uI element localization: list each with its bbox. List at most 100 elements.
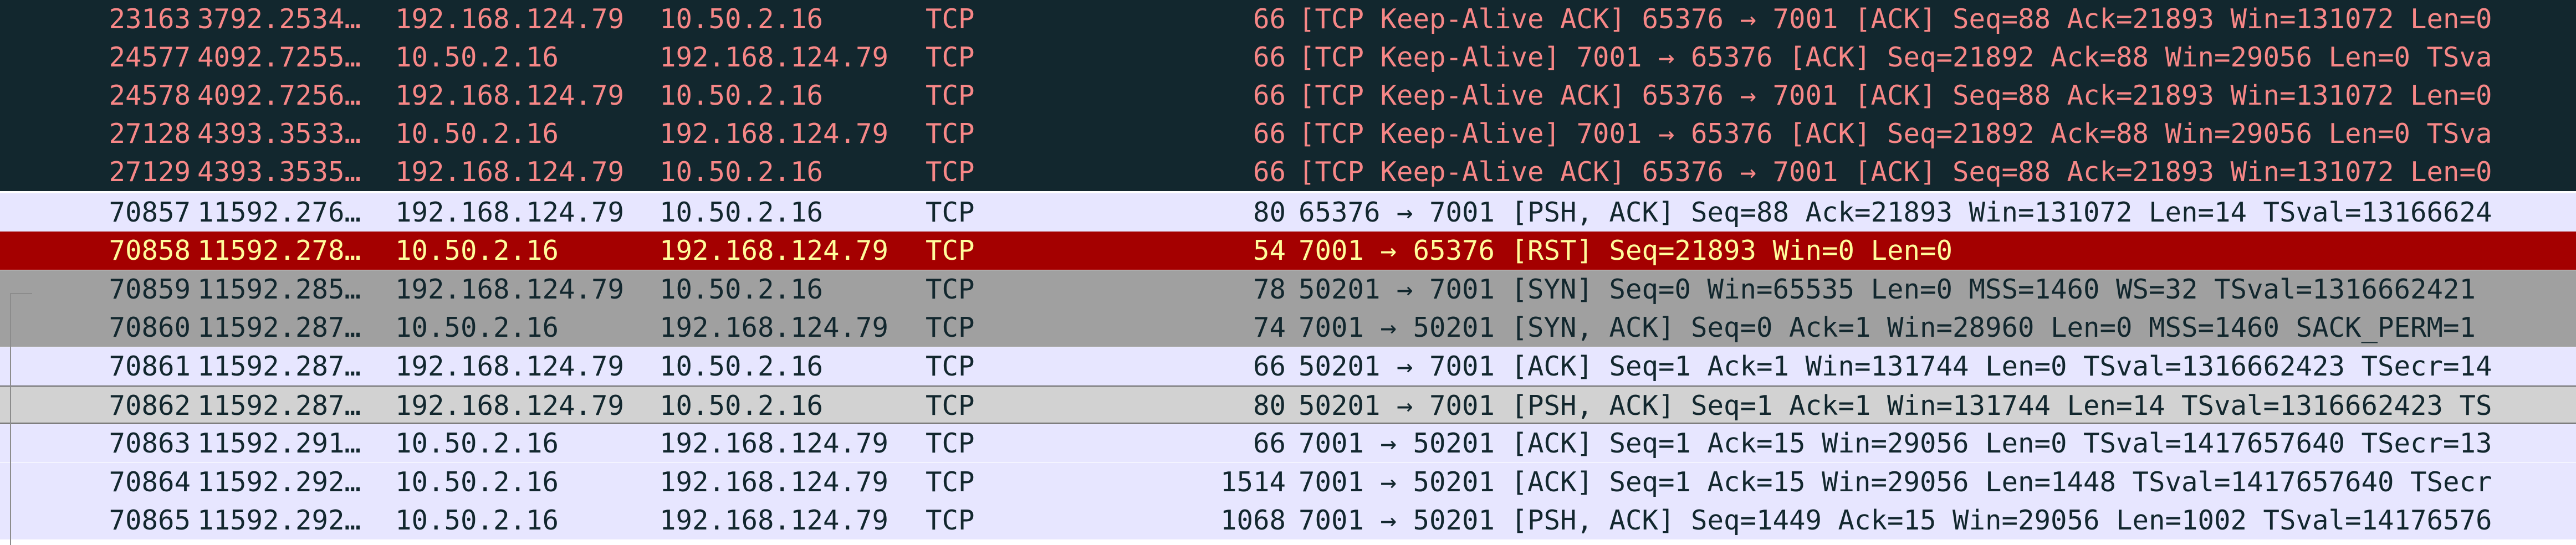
packet-destination: 192.168.124.79 [660, 312, 889, 343]
packet-row[interactable]: 70857 11592.276… 192.168.124.79 10.50.2.16 T… [0, 193, 2576, 232]
packet-source: 192.168.124.79 [395, 351, 625, 382]
packet-info: 65376 → 7001 [PSH, ACK] Seq=88 Ack=21893… [1299, 197, 2492, 228]
packet-source: 10.50.2.16 [395, 312, 559, 343]
packet-destination: 192.168.124.79 [660, 42, 889, 73]
packet-info: 7001 → 50201 [PSH, ACK] Seq=1449 Ack=15 … [1299, 505, 2492, 536]
packet-time: 11592.287… [197, 390, 361, 421]
packet-source: 10.50.2.16 [395, 505, 559, 536]
packet-time: 3792.2534… [197, 3, 361, 35]
packet-time: 4092.7255… [197, 42, 361, 73]
packet-destination: 10.50.2.16 [660, 80, 824, 111]
packet-destination: 192.168.124.79 [660, 505, 889, 536]
packet-number: 70864 [109, 466, 191, 498]
packet-info: [TCP Keep-Alive] 7001 → 65376 [ACK] Seq=… [1299, 42, 2492, 73]
packet-length: 74 [1253, 312, 1286, 343]
packet-row[interactable]: 70861 11592.287… 192.168.124.79 10.50.2.16 T… [0, 347, 2576, 385]
packet-length: 66 [1253, 351, 1286, 382]
packet-row[interactable]: 70858 11592.278… 10.50.2.16 192.168.124.79 T… [0, 232, 2576, 270]
packet-info: 7001 → 50201 [ACK] Seq=1 Ack=15 Win=2905… [1299, 428, 2492, 459]
packet-protocol: TCP [926, 80, 975, 111]
packet-length: 1068 [1220, 505, 1286, 536]
packet-number: 70861 [109, 351, 191, 382]
packet-row[interactable]: 70864 11592.292… 10.50.2.16 192.168.124.79 T… [0, 463, 2576, 501]
packet-source: 192.168.124.79 [395, 3, 625, 35]
packet-source: 10.50.2.16 [395, 235, 559, 266]
packet-list[interactable]: 23163 3792.2534… 192.168.124.79 10.50.2.16 T… [0, 0, 2576, 545]
packet-number: 23163 [109, 3, 191, 35]
packet-info: 7001 → 65376 [RST] Seq=21893 Win=0 Len=0 [1299, 235, 1953, 266]
packet-protocol: TCP [926, 235, 975, 266]
packet-time: 11592.291… [197, 428, 361, 459]
packet-info: [TCP Keep-Alive ACK] 65376 → 7001 [ACK] … [1299, 3, 2492, 35]
packet-protocol: TCP [926, 118, 975, 150]
packet-protocol: TCP [926, 42, 975, 73]
packet-destination: 10.50.2.16 [660, 156, 824, 188]
packet-destination: 10.50.2.16 [660, 3, 824, 35]
packet-number: 70863 [109, 428, 191, 459]
packet-protocol: TCP [926, 390, 975, 421]
packet-time: 11592.287… [197, 351, 361, 382]
packet-protocol: TCP [926, 156, 975, 188]
packet-length: 54 [1253, 235, 1286, 266]
packet-source: 192.168.124.79 [395, 156, 625, 188]
packet-source: 192.168.124.79 [395, 197, 625, 228]
packet-source: 192.168.124.79 [395, 274, 625, 305]
packet-info: 50201 → 7001 [ACK] Seq=1 Ack=1 Win=13174… [1299, 351, 2492, 382]
packet-protocol: TCP [926, 466, 975, 498]
packet-info: 50201 → 7001 [SYN] Seq=0 Win=65535 Len=0… [1299, 274, 2476, 305]
packet-length: 66 [1253, 428, 1286, 459]
packet-row[interactable]: 27129 4393.3535… 192.168.124.79 10.50.2.16 T… [0, 153, 2576, 191]
packet-row[interactable]: 27128 4393.3533… 10.50.2.16 192.168.124.79 T… [0, 115, 2576, 153]
packet-protocol: TCP [926, 197, 975, 228]
packet-row[interactable]: 23163 3792.2534… 192.168.124.79 10.50.2.16 T… [0, 0, 2576, 38]
packet-length: 80 [1253, 197, 1286, 228]
packet-length: 66 [1253, 80, 1286, 111]
packet-destination: 192.168.124.79 [660, 118, 889, 150]
packet-protocol: TCP [926, 274, 975, 305]
packet-row[interactable]: 70863 11592.291… 10.50.2.16 192.168.124.79 T… [0, 424, 2576, 462]
packet-info: [TCP Keep-Alive ACK] 65376 → 7001 [ACK] … [1299, 156, 2492, 188]
packet-destination: 192.168.124.79 [660, 466, 889, 498]
packet-destination: 192.168.124.79 [660, 235, 889, 266]
packet-source: 10.50.2.16 [395, 428, 559, 459]
packet-destination: 192.168.124.79 [660, 428, 889, 459]
packet-row[interactable]: 70865 11592.292… 10.50.2.16 192.168.124.79 T… [0, 501, 2576, 539]
packet-length: 66 [1253, 156, 1286, 188]
packet-row[interactable]: 70860 11592.287… 10.50.2.16 192.168.124.79 T… [0, 309, 2576, 347]
packet-info: 7001 → 50201 [SYN, ACK] Seq=0 Ack=1 Win=… [1299, 312, 2476, 343]
packet-time: 11592.287… [197, 312, 361, 343]
packet-number: 24577 [109, 42, 191, 73]
packet-row[interactable]: 70862 11592.287… 192.168.124.79 10.50.2.16 T… [0, 385, 2576, 424]
packet-destination: 10.50.2.16 [660, 351, 824, 382]
packet-protocol: TCP [926, 505, 975, 536]
packet-row[interactable]: 70859 11592.285… 192.168.124.79 10.50.2.16 T… [0, 270, 2576, 309]
packet-protocol: TCP [926, 351, 975, 382]
packet-time: 11592.285… [197, 274, 361, 305]
packet-number: 70858 [109, 235, 191, 266]
packet-length: 66 [1253, 3, 1286, 35]
packet-row[interactable]: 24578 4092.7256… 192.168.124.79 10.50.2.16 T… [0, 76, 2576, 115]
packet-row[interactable]: 24577 4092.7255… 10.50.2.16 192.168.124.79 T… [0, 38, 2576, 76]
packet-number: 27128 [109, 118, 191, 150]
packet-number: 27129 [109, 156, 191, 188]
packet-time: 4393.3533… [197, 118, 361, 150]
packet-protocol: TCP [926, 3, 975, 35]
packet-time: 11592.276… [197, 197, 361, 228]
packet-time: 4393.3535… [197, 156, 361, 188]
packet-time: 11592.292… [197, 466, 361, 498]
packet-length: 80 [1253, 390, 1286, 421]
packet-number: 70860 [109, 312, 191, 343]
packet-number: 70859 [109, 274, 191, 305]
packet-protocol: TCP [926, 312, 975, 343]
packet-destination: 10.50.2.16 [660, 390, 824, 421]
packet-info: [TCP Keep-Alive] 7001 → 65376 [ACK] Seq=… [1299, 118, 2492, 150]
packet-time: 4092.7256… [197, 80, 361, 111]
packet-info: 7001 → 50201 [ACK] Seq=1 Ack=15 Win=2905… [1299, 466, 2492, 498]
packet-number: 70857 [109, 197, 191, 228]
packet-length: 78 [1253, 274, 1286, 305]
packet-time: 11592.278… [197, 235, 361, 266]
packet-protocol: TCP [926, 428, 975, 459]
packet-length: 66 [1253, 42, 1286, 73]
packet-info: [TCP Keep-Alive ACK] 65376 → 7001 [ACK] … [1299, 80, 2492, 111]
packet-info: 50201 → 7001 [PSH, ACK] Seq=1 Ack=1 Win=… [1299, 390, 2492, 421]
